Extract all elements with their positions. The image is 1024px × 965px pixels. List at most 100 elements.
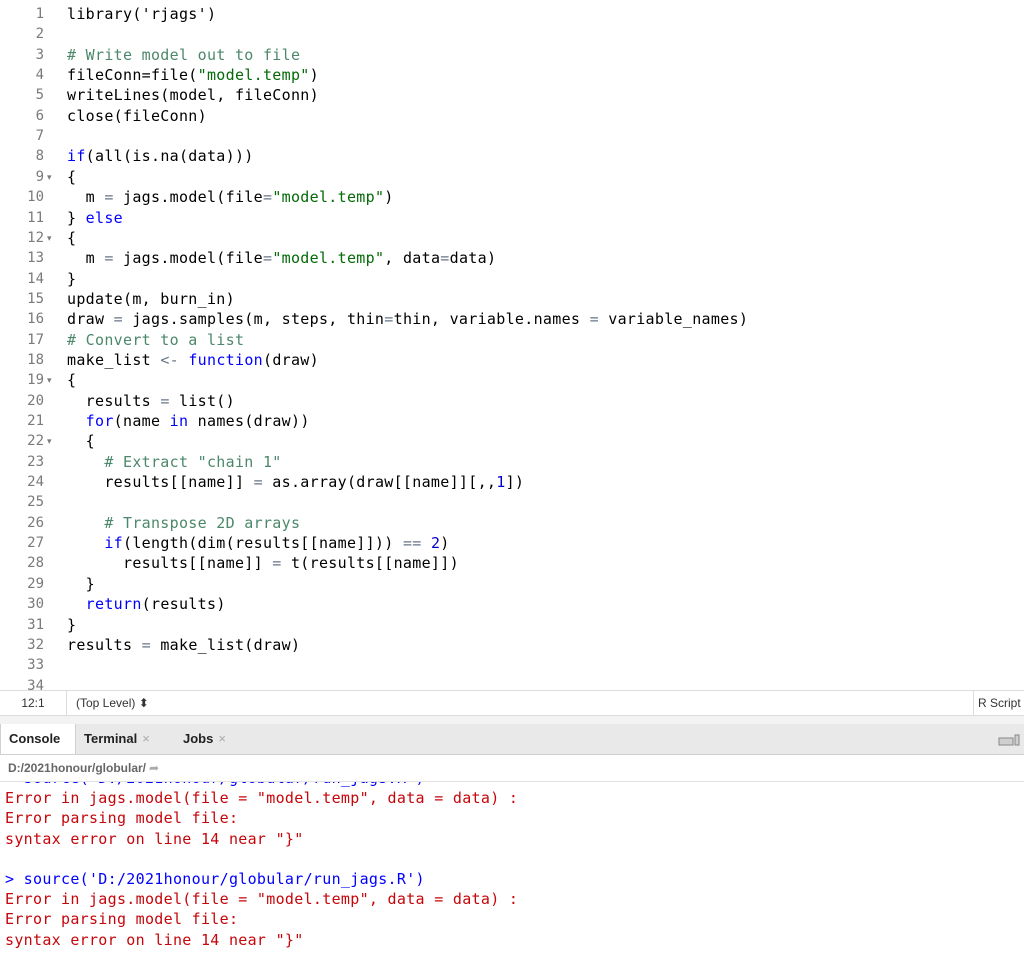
code-line[interactable]: 22 ▾ { xyxy=(0,431,1024,451)
line-number: 10 xyxy=(27,189,44,206)
code-line[interactable]: 15 update(m, burn_in) xyxy=(0,289,1024,309)
console-error: Error in jags.model(file = "model.temp",… xyxy=(5,789,519,808)
code-text: } else xyxy=(67,208,123,227)
pane-splitter[interactable] xyxy=(0,716,1024,724)
code-line[interactable]: 12 ▾ { xyxy=(0,228,1024,248)
code-line[interactable]: 23 # Extract "chain 1" xyxy=(0,452,1024,472)
code-text: return(results) xyxy=(85,595,226,614)
line-number: 21 xyxy=(27,413,44,429)
line-number: 8 xyxy=(35,148,44,165)
fold-toggle-icon[interactable]: ▾ xyxy=(47,228,52,248)
close-icon[interactable]: × xyxy=(142,731,150,746)
tab-terminal-label: Terminal xyxy=(84,731,138,746)
code-line[interactable]: 7 xyxy=(0,126,1024,146)
go-to-directory-icon[interactable]: ➦ xyxy=(149,761,159,775)
fold-toggle-icon[interactable]: ▾ xyxy=(47,167,52,187)
code-text: # Convert to a list xyxy=(67,330,245,349)
tab-terminal[interactable]: Terminal × xyxy=(76,724,168,754)
line-number: 28 xyxy=(27,555,44,572)
code-text: { xyxy=(67,228,77,247)
code-line[interactable]: 10 m = jags.model(file="model.temp") xyxy=(0,187,1024,207)
code-line[interactable]: 32 results = make_list(draw) xyxy=(0,635,1024,655)
code-line[interactable]: 31} xyxy=(0,615,1024,635)
file-type-selector[interactable]: R Script xyxy=(973,691,1024,715)
source-editor[interactable]: 1 library('rjags') 2 3 # Write model out to … xyxy=(0,0,1024,690)
line-number: 7 xyxy=(35,128,44,145)
code-text: results = make_list(draw) xyxy=(67,635,301,654)
working-directory[interactable]: D:/2021honour/globular/ xyxy=(8,761,146,775)
code-line[interactable]: 30 return(results) xyxy=(0,594,1024,614)
line-number: 33 xyxy=(27,657,44,674)
line-number: 31 xyxy=(27,616,44,633)
line-number: 2 xyxy=(35,26,44,43)
code-text: results[[name]] = as.array(draw[[name]][… xyxy=(67,473,525,492)
code-line[interactable]: 16 draw = jags.samples(m, steps, thin=thi… xyxy=(0,309,1024,329)
line-number: 25 xyxy=(27,494,44,511)
code-line[interactable]: 21 for(name in names(draw)) xyxy=(0,411,1024,431)
code-text: { xyxy=(67,432,95,451)
code-line[interactable]: 19 ▾ { xyxy=(0,370,1024,390)
code-line[interactable]: 13 m = jags.model(file="model.temp", dat… xyxy=(0,248,1024,268)
code-line[interactable]: 14} xyxy=(0,269,1024,289)
line-number: 19 xyxy=(27,372,44,389)
line-number: 22 xyxy=(27,433,44,450)
fold-toggle-icon[interactable]: ▾ xyxy=(47,431,52,451)
console-path-bar: D:/2021honour/globular/➦ xyxy=(0,755,1024,782)
code-line[interactable]: 34 xyxy=(0,676,1024,690)
code-text: draw = jags.samples(m, steps, thin=thin,… xyxy=(67,310,749,329)
code-text: make_list <- function(draw) xyxy=(67,350,319,369)
code-text: # Write model out to file xyxy=(67,45,301,64)
scope-selector[interactable]: (Top Level) ⬍ xyxy=(76,691,149,715)
code-line[interactable]: 2 xyxy=(0,24,1024,44)
line-number: 9 xyxy=(35,168,44,185)
console-error: Error parsing model file: xyxy=(5,910,239,929)
code-line[interactable]: 20 results = list() xyxy=(0,391,1024,411)
code-line[interactable]: 4 fileConn=file("model.temp") xyxy=(0,65,1024,85)
code-line[interactable]: 33 xyxy=(0,655,1024,675)
line-number: 12 xyxy=(27,229,44,246)
code-text: { xyxy=(67,167,77,186)
line-number: 4 xyxy=(35,67,44,84)
line-number: 14 xyxy=(27,270,44,287)
code-line[interactable]: 9 ▾ { xyxy=(0,167,1024,187)
code-line[interactable]: 18 make_list <- function(draw) xyxy=(0,350,1024,370)
console-tab-bar: Console Terminal × Jobs × xyxy=(0,724,1024,755)
code-line[interactable]: 3 # Write model out to file xyxy=(0,45,1024,65)
fold-toggle-icon[interactable]: ▾ xyxy=(47,370,52,390)
code-line[interactable]: 1 library('rjags') xyxy=(0,4,1024,24)
tab-console[interactable]: Console xyxy=(0,724,76,754)
code-line[interactable]: 8 if(all(is.na(data))) xyxy=(0,146,1024,166)
line-number: 11 xyxy=(27,209,44,226)
code-line[interactable]: 27 if(length(dim(results[[name]])) == 2) xyxy=(0,533,1024,553)
console-error: Error in jags.model(file = "model.temp",… xyxy=(5,890,519,909)
code-line[interactable]: 17 # Convert to a list xyxy=(0,330,1024,350)
line-number: 5 xyxy=(35,87,44,104)
code-text: } xyxy=(67,269,77,288)
code-text: if(length(dim(results[[name]])) == 2) xyxy=(104,534,450,553)
code-text: library('rjags') xyxy=(67,5,217,23)
code-text: m = jags.model(file="model.temp", data=d… xyxy=(67,249,497,268)
code-line[interactable]: 28 results[[name]] = t(results[[name]]) xyxy=(0,553,1024,573)
code-line[interactable]: 29 } xyxy=(0,574,1024,594)
line-number: 17 xyxy=(27,331,44,348)
code-text: # Transpose 2D arrays xyxy=(67,513,301,532)
code-text: results = list() xyxy=(67,391,235,410)
code-line[interactable]: 5 writeLines(model, fileConn) xyxy=(0,85,1024,105)
console-output[interactable]: > source('D:/2021honour/globular/run_jag… xyxy=(0,782,1024,965)
line-number: 15 xyxy=(27,290,44,307)
console-command: > source('D:/2021honour/globular/run_jag… xyxy=(5,870,425,888)
code-text: m = jags.model(file="model.temp") xyxy=(67,188,394,207)
line-number: 20 xyxy=(27,392,44,409)
code-line[interactable]: 6 close(fileConn) xyxy=(0,106,1024,126)
code-line[interactable]: 24 results[[name]] = as.array(draw[[name… xyxy=(0,472,1024,492)
code-line[interactable]: 11 } else xyxy=(0,208,1024,228)
console-command: > source('D:/2021honour/globular/run_jag… xyxy=(5,782,425,788)
code-line[interactable]: 25 xyxy=(0,492,1024,512)
console-error: syntax error on line 14 near "}" xyxy=(5,930,304,949)
tab-console-label: Console xyxy=(9,731,61,746)
minimize-pane-icon[interactable] xyxy=(998,734,1020,746)
code-line[interactable]: 26 # Transpose 2D arrays xyxy=(0,513,1024,533)
tab-jobs[interactable]: Jobs × xyxy=(175,724,245,754)
close-icon[interactable]: × xyxy=(218,731,226,746)
line-number: 30 xyxy=(27,596,44,613)
